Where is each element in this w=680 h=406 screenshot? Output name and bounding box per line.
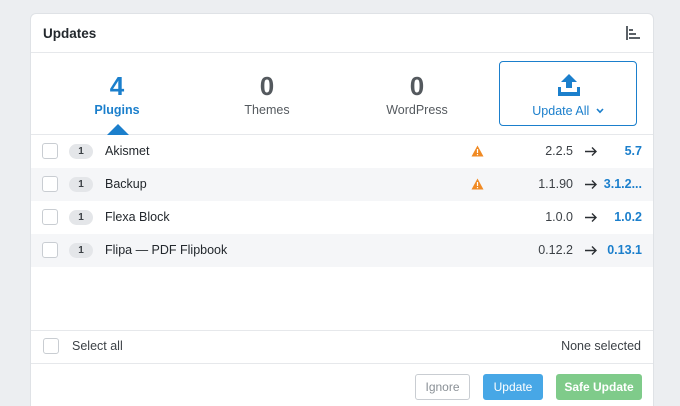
active-tab-caret xyxy=(107,124,129,135)
row-checkbox[interactable] xyxy=(42,209,58,225)
row-checkbox[interactable] xyxy=(42,176,58,192)
update-button[interactable]: Update xyxy=(483,374,543,400)
plugin-name: Flexa Block xyxy=(105,210,170,224)
plugins-label: Plugins xyxy=(94,103,140,117)
select-all-bar: Select all None selected xyxy=(31,330,653,363)
panel-header: Updates xyxy=(31,14,653,53)
table-row: 1 Flipa — PDF Flipbook 0.12.2 0.13.1 xyxy=(31,234,653,267)
arrow-right-icon xyxy=(585,147,597,156)
update-count-badge: 1 xyxy=(69,144,93,159)
select-all-label[interactable]: Select all xyxy=(72,339,123,353)
update-type-tabs: 4 Plugins 0 Themes 0 WordPress Update Al… xyxy=(31,53,653,135)
action-bar: Ignore Update Safe Update xyxy=(31,363,653,406)
new-version-link[interactable]: 0.13.1 xyxy=(600,243,642,257)
plugin-name: Flipa — PDF Flipbook xyxy=(105,243,228,257)
safe-update-button[interactable]: Safe Update xyxy=(556,374,642,400)
plugin-name: Backup xyxy=(105,177,147,191)
update-count-badge: 1 xyxy=(69,243,93,258)
update-all-button[interactable]: Update All xyxy=(499,61,637,126)
row-checkbox[interactable] xyxy=(42,242,58,258)
current-version: 0.12.2 xyxy=(538,243,573,257)
arrow-right-icon xyxy=(585,213,597,222)
arrow-right-icon xyxy=(585,180,597,189)
tab-plugins[interactable]: 4 Plugins xyxy=(47,53,187,135)
update-all-label: Update All xyxy=(500,104,636,118)
current-version: 1.0.0 xyxy=(545,210,573,224)
selection-status: None selected xyxy=(561,339,641,353)
arrow-right-icon xyxy=(585,246,597,255)
tab-wordpress[interactable]: 0 WordPress xyxy=(347,53,487,135)
updates-panel: Updates 4 Plugins 0 Themes 0 WordPress U… xyxy=(30,13,654,406)
new-version-link[interactable]: 5.7 xyxy=(600,144,642,158)
current-version: 2.2.5 xyxy=(545,144,573,158)
plugin-name: Akismet xyxy=(105,144,150,158)
chevron-down-icon xyxy=(596,108,604,114)
ignore-button[interactable]: Ignore xyxy=(415,374,470,400)
plugin-update-list: 1 Akismet 2.2.5 5.7 1 Backup 1.1.90 3.1.… xyxy=(31,135,653,267)
warning-icon xyxy=(471,145,484,157)
select-all-checkbox[interactable] xyxy=(43,338,59,354)
upload-icon xyxy=(558,74,580,96)
themes-label: Themes xyxy=(244,103,290,117)
tab-themes[interactable]: 0 Themes xyxy=(197,53,337,135)
panel-title: Updates xyxy=(43,26,97,41)
new-version-link[interactable]: 3.1.2... xyxy=(600,177,642,191)
update-count-badge: 1 xyxy=(69,177,93,192)
table-row: 1 Akismet 2.2.5 5.7 xyxy=(31,135,653,168)
wordpress-label: WordPress xyxy=(386,103,448,117)
wordpress-count: 0 xyxy=(409,71,425,101)
table-row: 1 Flexa Block 1.0.0 1.0.2 xyxy=(31,201,653,234)
new-version-link[interactable]: 1.0.2 xyxy=(600,210,642,224)
table-row: 1 Backup 1.1.90 3.1.2... xyxy=(31,168,653,201)
filter-list-icon[interactable] xyxy=(625,25,641,41)
plugins-count: 4 xyxy=(109,71,125,101)
warning-icon xyxy=(471,178,484,190)
themes-count: 0 xyxy=(259,71,275,101)
current-version: 1.1.90 xyxy=(538,177,573,191)
row-checkbox[interactable] xyxy=(42,143,58,159)
update-count-badge: 1 xyxy=(69,210,93,225)
